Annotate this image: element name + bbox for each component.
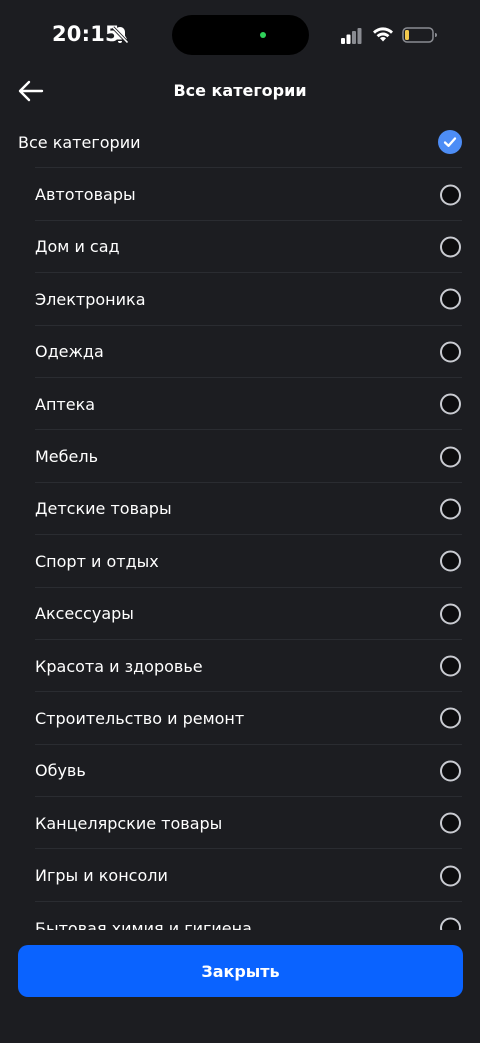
category-label: Мебель — [35, 447, 99, 467]
category-label: Одежда — [35, 342, 104, 362]
category-item[interactable]: Дом и сад — [0, 221, 480, 274]
category-label: Обувь — [35, 761, 86, 781]
category-label: Строительство и ремонт — [35, 708, 245, 728]
category-label: Детские товары — [35, 499, 172, 519]
category-item[interactable]: Аксессуары — [0, 588, 480, 640]
radio-button[interactable] — [440, 550, 461, 572]
bell-slash-icon — [111, 26, 129, 44]
category-item[interactable]: Электроника — [0, 273, 480, 326]
screen: 20:15 Все категории Все категории Автото… — [0, 0, 480, 1043]
radio-button[interactable] — [440, 707, 461, 729]
page-title: Все категории — [173, 81, 307, 100]
radio-button[interactable] — [440, 603, 461, 625]
radio-button[interactable] — [440, 236, 461, 258]
category-item[interactable]: Одежда — [0, 326, 480, 378]
radio-button[interactable] — [440, 288, 461, 310]
category-label: Игры и консоли — [35, 866, 168, 886]
category-label: Канцелярские товары — [35, 813, 223, 833]
category-label: Все категории — [18, 132, 141, 152]
radio-button[interactable] — [440, 655, 461, 677]
category-label: Спорт и отдых — [35, 551, 159, 571]
header: Все категории — [0, 66, 480, 118]
check-icon — [443, 137, 457, 148]
wifi-icon — [373, 27, 393, 42]
category-item[interactable]: Аптека — [0, 378, 480, 431]
radio-button[interactable] — [440, 812, 461, 834]
radio-button[interactable] — [440, 341, 461, 363]
category-label: Автотовары — [35, 185, 136, 205]
checkmark-selected-icon[interactable] — [438, 130, 462, 155]
category-item[interactable]: Мебель — [0, 430, 480, 483]
radio-button[interactable] — [440, 760, 461, 782]
dynamic-island — [172, 15, 309, 55]
category-item-all[interactable]: Все категории — [0, 116, 480, 169]
radio-button[interactable] — [440, 393, 461, 415]
category-label: Красота и здоровье — [35, 656, 203, 676]
radio-button[interactable] — [440, 446, 461, 468]
close-button[interactable]: Закрыть — [18, 945, 463, 997]
category-label: Дом и сад — [35, 237, 120, 257]
category-item[interactable]: Красота и здоровье — [0, 640, 480, 693]
category-item[interactable]: Игры и консоли — [0, 849, 480, 902]
category-list: Все категории Автотовары Дом и сад Электро… — [0, 116, 480, 954]
category-item[interactable]: Автотовары — [0, 168, 480, 221]
status-bar: 20:15 — [0, 0, 480, 70]
category-item[interactable]: Канцелярские товары — [0, 797, 480, 850]
category-item[interactable]: Детские товары — [0, 483, 480, 536]
category-label: Электроника — [35, 289, 146, 309]
battery-icon — [402, 27, 437, 43]
signal-icon — [341, 28, 362, 44]
radio-button[interactable] — [440, 498, 461, 520]
category-item[interactable]: Обувь — [0, 745, 480, 798]
category-label: Аптека — [35, 394, 96, 414]
camera-indicator-icon — [260, 32, 266, 38]
category-item[interactable]: Строительство и ремонт — [0, 692, 480, 745]
radio-button[interactable] — [440, 184, 461, 206]
radio-button[interactable] — [440, 865, 461, 887]
category-item[interactable]: Спорт и отдых — [0, 535, 480, 588]
category-label: Аксессуары — [35, 604, 134, 624]
